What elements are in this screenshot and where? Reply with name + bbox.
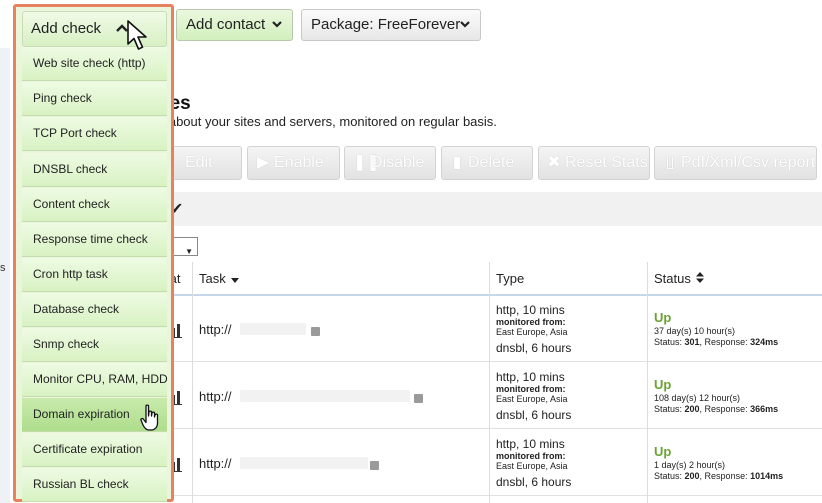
- menu-item-content-check[interactable]: Content check: [22, 188, 167, 222]
- status-badge: Up: [654, 310, 672, 325]
- monitored-regions: East Europe, Asia: [496, 461, 568, 471]
- uptime-text: 37 day(s) 10 hour(s): [654, 326, 736, 336]
- column-task-label: Task: [199, 271, 226, 286]
- external-link-icon[interactable]: [311, 327, 320, 336]
- table-row[interactable]: http:// http, 10 mins monitored from: Ea…: [158, 430, 822, 496]
- menu-item-snmp-check[interactable]: Snmp check: [22, 328, 167, 362]
- status-label: Status:: [654, 404, 685, 414]
- sidebar-stub-text: s: [0, 262, 6, 274]
- monitored-from-label: monitored from:: [496, 384, 566, 394]
- package-dropdown[interactable]: Package: FreeForever: [301, 9, 481, 41]
- pause-icon: ❚❚: [353, 154, 380, 171]
- menu-item-monitor-cpu-ram-hdd[interactable]: Monitor CPU, RAM, HDD: [22, 363, 168, 397]
- menu-item-cron-http-task[interactable]: Cron http task: [22, 258, 167, 292]
- column-divider: [647, 262, 648, 503]
- delete-label: Delete: [468, 154, 515, 171]
- url-redacted: [240, 390, 410, 402]
- chevron-down-icon: [272, 21, 282, 28]
- sort-down-icon: [231, 278, 240, 283]
- monitored-regions: East Europe, Asia: [496, 394, 568, 404]
- response-label: , Response:: [699, 337, 751, 347]
- sort-icon: [696, 272, 705, 283]
- menu-item-database-check[interactable]: Database check: [22, 293, 167, 327]
- chevron-down-icon: ▼: [185, 247, 193, 256]
- reset-stats-button[interactable]: ✖ Reset Stats: [538, 146, 650, 180]
- menu-item-web-site-check[interactable]: Web site check (http): [22, 47, 167, 81]
- url-redacted: [240, 323, 306, 335]
- column-divider: [192, 262, 193, 503]
- response-label: , Response:: [699, 404, 751, 414]
- reset-stats-label: Reset Stats: [565, 154, 648, 171]
- trash-icon: ▮: [452, 154, 462, 171]
- menu-item-dnsbl-check[interactable]: DNSBL check: [22, 153, 167, 187]
- menu-item-certificate-expiration[interactable]: Certificate expiration: [22, 433, 167, 467]
- column-type[interactable]: Type: [496, 262, 524, 296]
- type-extra: dnsbl, 6 hours: [496, 341, 572, 355]
- table-row[interactable]: http:// http, 10 mins monitored from: Ea…: [158, 363, 822, 429]
- report-label: Pdf/Xml/Csv report: [681, 154, 816, 171]
- hand-cursor-icon: [140, 404, 159, 431]
- type-extra: dnsbl, 6 hours: [496, 475, 572, 489]
- external-link-icon[interactable]: [414, 394, 423, 403]
- status-code: 301: [684, 337, 700, 347]
- column-status[interactable]: Status: [654, 262, 705, 296]
- url-redacted: [240, 457, 368, 469]
- edit-label: Edit: [185, 154, 213, 171]
- status-code: 200: [684, 471, 700, 481]
- response-time: 324ms: [750, 337, 779, 347]
- monitored-from-label: monitored from:: [496, 451, 566, 461]
- add-contact-button[interactable]: Add contact: [176, 9, 293, 41]
- status-badge: Up: [654, 377, 672, 392]
- status-label: Status:: [654, 337, 685, 347]
- monitored-regions: East Europe, Asia: [496, 327, 568, 337]
- close-icon: ✖: [547, 154, 561, 171]
- report-button[interactable]: ▯ Pdf/Xml/Csv report: [654, 146, 817, 180]
- task-url[interactable]: http://: [199, 456, 232, 471]
- delete-button[interactable]: ▮ Delete: [441, 146, 533, 180]
- status-info: Status: 301, Response: 324ms: [654, 337, 778, 347]
- page-description: n about your sites and servers, monitore…: [158, 114, 497, 129]
- add-check-label: Add check: [31, 20, 102, 37]
- status-info: Status: 200, Response: 366ms: [654, 404, 778, 414]
- uptime-text: 108 day(s) 12 hour(s): [654, 393, 741, 403]
- menu-item-tcp-port-check[interactable]: TCP Port check: [22, 117, 167, 151]
- column-divider: [489, 262, 490, 503]
- status-code: 200: [684, 404, 700, 414]
- arrow-cursor-icon: [127, 20, 147, 50]
- type-extra: dnsbl, 6 hours: [496, 408, 572, 422]
- type-main: http, 10 mins: [496, 370, 565, 384]
- external-link-icon[interactable]: [370, 461, 379, 470]
- column-task[interactable]: Task: [199, 262, 240, 296]
- status-info: Status: 200, Response: 1014ms: [654, 471, 783, 481]
- filter-bar: [158, 192, 822, 226]
- play-icon: ▶: [256, 154, 270, 171]
- monitored-from-label: monitored from:: [496, 317, 566, 327]
- disable-button[interactable]: ❚❚Disable: [344, 146, 436, 180]
- task-url[interactable]: http://: [199, 322, 232, 337]
- status-badge: Up: [654, 444, 672, 459]
- enable-button[interactable]: ▶ Enable: [247, 146, 340, 180]
- menu-item-response-time-check[interactable]: Response time check: [22, 223, 167, 257]
- add-contact-label: Add contact: [186, 16, 266, 33]
- table-row[interactable]: http:// http, 10 mins monitored from: Ea…: [158, 296, 822, 362]
- sidebar-strip: [0, 48, 10, 503]
- chevron-down-icon: [460, 21, 470, 28]
- column-status-label: Status: [654, 271, 691, 286]
- uptime-text: 1 day(s) 2 hour(s): [654, 460, 726, 470]
- response-time: 366ms: [750, 404, 779, 414]
- table-header: tat Task Type Status: [158, 262, 822, 296]
- enable-label: Enable: [274, 154, 324, 171]
- type-main: http, 10 mins: [496, 437, 565, 451]
- menu-item-russian-bl-check[interactable]: Russian BL check: [22, 468, 167, 502]
- document-icon: ▯: [665, 154, 675, 171]
- type-main: http, 10 mins: [496, 303, 565, 317]
- task-url[interactable]: http://: [199, 389, 232, 404]
- response-label: , Response:: [699, 471, 751, 481]
- response-time: 1014ms: [750, 471, 784, 481]
- package-label: Package: FreeForever: [311, 16, 461, 33]
- disable-label: Disable: [371, 154, 425, 171]
- status-label: Status:: [654, 471, 685, 481]
- menu-item-ping-check[interactable]: Ping check: [22, 82, 167, 116]
